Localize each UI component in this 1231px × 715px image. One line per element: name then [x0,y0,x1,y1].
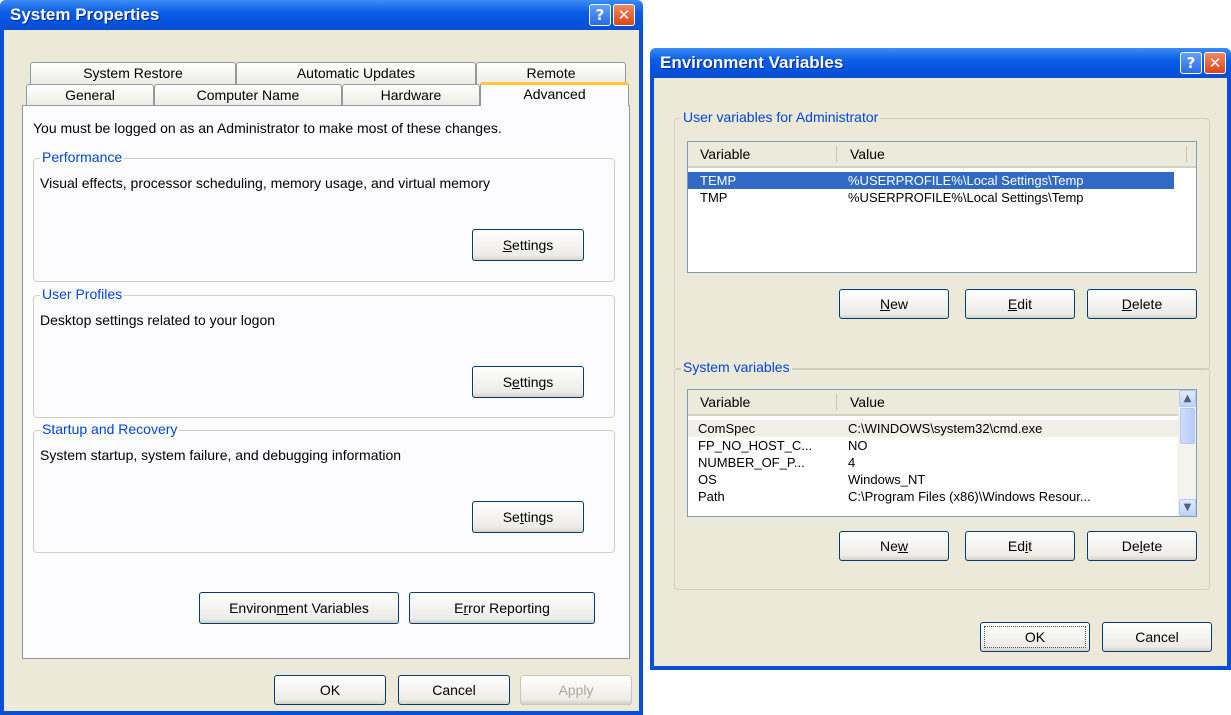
environment-variables-client: User variables for Administrator Variabl… [654,78,1227,666]
list-item[interactable]: ComSpec C:\WINDOWS\system32\cmd.exe [688,420,1180,437]
cancel-button[interactable]: Cancel [398,675,510,705]
performance-group: Performance Visual effects, processor sc… [33,149,615,282]
tab-system-restore[interactable]: System Restore [30,62,236,84]
list-item[interactable]: FP_NO_HOST_C... NO [688,437,1180,454]
user-new-button[interactable]: New [839,289,949,319]
performance-description: Visual effects, processor scheduling, me… [40,175,491,191]
advanced-tab-panel: You must be logged on as an Administrato… [22,105,630,659]
list-item[interactable]: OS Windows_NT [688,471,1180,488]
system-variables-list[interactable]: Variable Value ComSpec C:\WINDOWS\system… [687,389,1197,517]
user-profiles-group: User Profiles Desktop settings related t… [33,286,615,418]
performance-settings-button[interactable]: Settings [472,229,584,261]
system-variables-label: System variables [681,359,792,375]
apply-button[interactable]: Apply [520,675,632,705]
column-header-value[interactable]: Value [850,146,885,162]
column-header-value[interactable]: Value [850,394,885,410]
close-icon[interactable]: ✕ [1204,52,1226,74]
user-variables-label: User variables for Administrator [681,109,881,125]
window-title: System Properties [10,5,160,24]
user-edit-button[interactable]: Edit [965,289,1075,319]
help-icon[interactable]: ? [589,4,611,26]
ok-button[interactable]: OK [980,622,1090,652]
system-properties-client: System Restore Automatic Updates Remote … [4,30,639,711]
tab-general[interactable]: General [26,84,154,106]
window-title: Environment Variables [660,53,844,72]
startup-recovery-settings-button[interactable]: Settings [472,501,584,533]
scrollbar-thumb[interactable] [1180,408,1195,444]
system-new-button[interactable]: New [839,531,949,561]
startup-recovery-description: System startup, system failure, and debu… [40,447,402,463]
list-item[interactable]: Path C:\Program Files (x86)\Windows Reso… [688,488,1180,505]
list-item[interactable]: NUMBER_OF_P... 4 [688,454,1180,471]
list-item[interactable]: TEMP %USERPROFILE%\Local Settings\Temp [688,172,1174,189]
scroll-up-icon[interactable]: ▲ [1179,390,1196,407]
list-item[interactable]: TMP %USERPROFILE%\Local Settings\Temp [688,189,1174,206]
environment-variables-button[interactable]: Environment Variables [199,592,399,624]
help-icon[interactable]: ? [1180,52,1202,74]
ok-button[interactable]: OK [274,675,386,705]
environment-variables-window: Environment Variables ? ✕ User variables… [650,48,1231,670]
startup-recovery-group: Startup and Recovery System startup, sys… [33,421,615,553]
list-header: Variable Value [688,142,1196,168]
tab-automatic-updates[interactable]: Automatic Updates [236,62,476,84]
list-header: Variable Value [688,390,1179,416]
tab-remote[interactable]: Remote [476,62,626,84]
system-edit-button[interactable]: Edit [965,531,1075,561]
tab-advanced[interactable]: Advanced [480,82,629,106]
column-header-variable[interactable]: Variable [700,146,750,162]
system-properties-window: System Properties ? ✕ System Restore Aut… [0,0,643,715]
environment-variables-title-bar[interactable]: Environment Variables [650,48,1231,78]
user-profiles-label: User Profiles [40,286,125,302]
column-header-variable[interactable]: Variable [700,394,750,410]
system-properties-title-bar[interactable]: System Properties [0,0,643,30]
user-variables-list[interactable]: Variable Value TEMP %USERPROFILE%\Local … [687,141,1197,273]
close-icon[interactable]: ✕ [613,4,635,26]
user-profiles-settings-button[interactable]: Settings [472,366,584,398]
startup-recovery-label: Startup and Recovery [40,421,180,437]
cancel-button[interactable]: Cancel [1102,622,1212,652]
user-variables-group: User variables for Administrator Variabl… [674,109,1210,370]
scroll-down-icon[interactable]: ▼ [1179,499,1196,516]
user-delete-button[interactable]: Delete [1087,289,1197,319]
performance-label: Performance [40,149,125,165]
tab-computer-name[interactable]: Computer Name [154,84,342,106]
user-profiles-description: Desktop settings related to your logon [40,312,276,328]
tab-hardware[interactable]: Hardware [342,84,480,106]
error-reporting-button[interactable]: Error Reporting [409,592,595,624]
admin-note: You must be logged on as an Administrato… [33,120,502,136]
system-delete-button[interactable]: Delete [1087,531,1197,561]
vertical-scrollbar[interactable]: ▲ ▼ [1178,390,1196,516]
system-variables-group: System variables Variable Value ComSpec … [674,359,1210,590]
